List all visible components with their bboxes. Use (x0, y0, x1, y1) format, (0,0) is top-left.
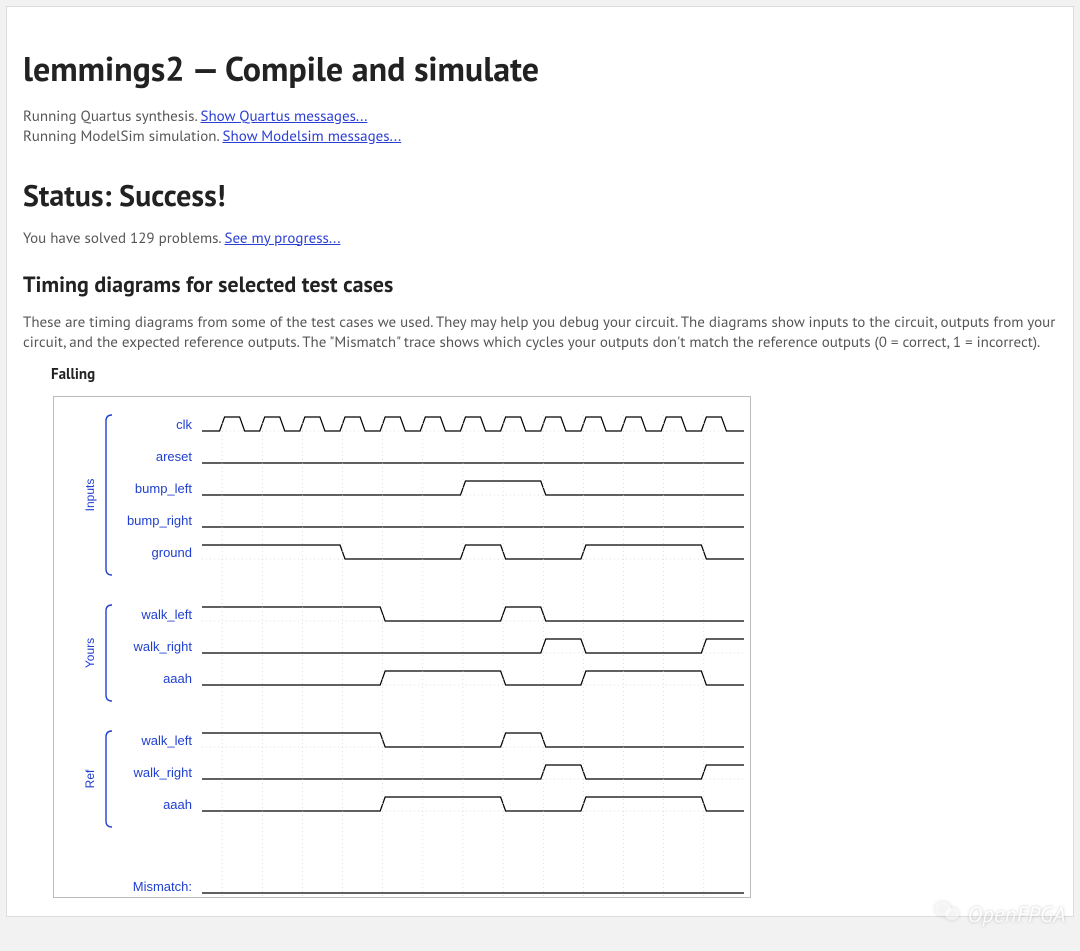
svg-text:Yours: Yours (83, 638, 97, 668)
svg-text:ground: ground (152, 545, 192, 560)
svg-text:walk_left: walk_left (140, 607, 192, 622)
simulation-line: Running ModelSim simulation. Show Models… (23, 127, 1057, 147)
diagrams-intro: These are timing diagrams from some of t… (23, 313, 1057, 354)
watermark-text: OpenFPGA (968, 901, 1066, 929)
watermark: OpenFPGA (934, 900, 1066, 929)
svg-text:walk_right: walk_right (132, 765, 192, 780)
svg-text:walk_right: walk_right (132, 639, 192, 654)
svg-text:bump_right: bump_right (127, 513, 192, 528)
svg-text:aaah: aaah (163, 671, 192, 686)
page-title: lemmings2 — Compile and simulate (23, 47, 1057, 91)
timing-svg: clk areset bump_left bump_rightground walk_l… (54, 397, 750, 897)
simulation-text: Running ModelSim simulation. (23, 127, 223, 146)
svg-text:aaah: aaah (163, 797, 192, 812)
wechat-icon (934, 900, 960, 929)
svg-text:Ref: Ref (83, 769, 97, 788)
show-quartus-link[interactable]: Show Quartus messages... (201, 107, 368, 126)
status-heading: Status: Success! (23, 176, 1057, 215)
progress-line: You have solved 129 problems. See my pro… (23, 229, 1057, 249)
progress-link[interactable]: See my progress... (224, 229, 340, 248)
svg-text:Inputs: Inputs (83, 479, 97, 512)
diagrams-heading: Timing diagrams for selected test cases (23, 271, 1057, 299)
svg-text:Mismatch:: Mismatch: (133, 879, 192, 894)
svg-text:clk: clk (176, 417, 192, 432)
show-modelsim-link[interactable]: Show Modelsim messages... (223, 127, 402, 146)
testcase-name: Falling (51, 365, 1057, 384)
progress-text: You have solved 129 problems. (23, 229, 224, 248)
synthesis-text: Running Quartus synthesis. (23, 107, 201, 126)
svg-text:walk_left: walk_left (140, 733, 192, 748)
timing-diagram: clk areset bump_left bump_rightground walk_l… (53, 396, 751, 898)
svg-text:bump_left: bump_left (135, 481, 192, 496)
synthesis-line: Running Quartus synthesis. Show Quartus … (23, 107, 1057, 127)
svg-text:areset: areset (156, 449, 193, 464)
